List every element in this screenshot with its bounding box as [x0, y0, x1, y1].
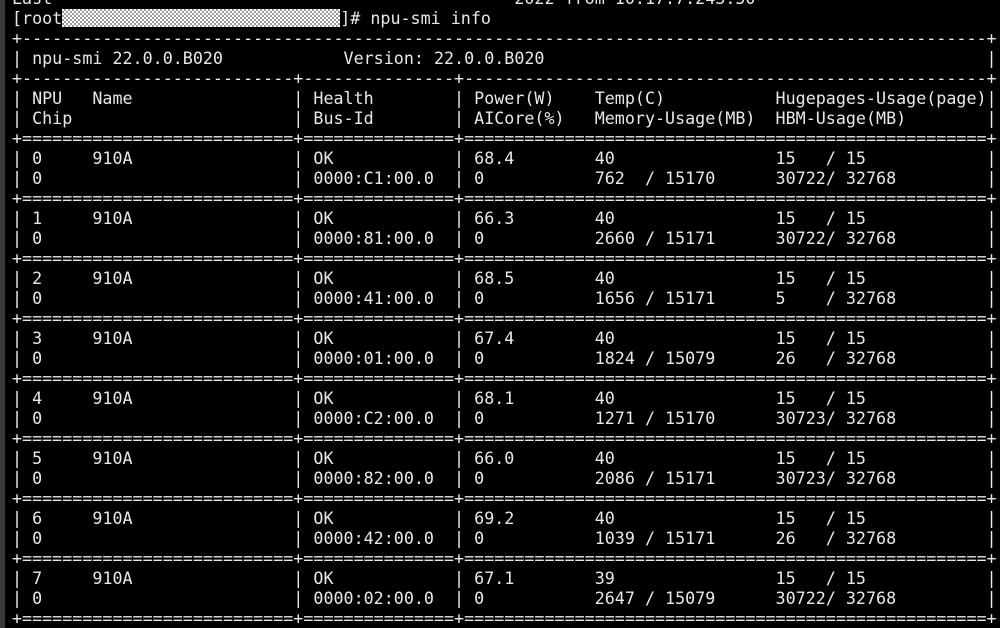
npu-row-7-line-1: | 7 910A | OK | 67.1 39 15 / 15 |: [12, 568, 997, 588]
npu-row-0-line-2: | 0 | 0000:C1:00.0 | 0 762 / 15170 30722…: [12, 168, 997, 188]
table-column-border: +---------------------------+-----------…: [12, 68, 997, 88]
row-separator: +===========================+===========…: [12, 488, 997, 508]
command-prompt-line[interactable]: [root ]# npu-smi info: [12, 8, 997, 28]
npu-row-4-line-1: | 4 910A | OK | 68.1 40 15 / 15 |: [12, 388, 997, 408]
window-left-edge: [0, 0, 5, 628]
npu-row-3-line-1: | 3 910A | OK | 67.4 40 15 / 15 |: [12, 328, 997, 348]
prompt-prefix: [root: [12, 8, 63, 28]
npu-row-1-line-1: | 1 910A | OK | 66.3 40 15 / 15 |: [12, 208, 997, 228]
table-border-top: +---------------------------------------…: [12, 28, 997, 48]
table-header-row-2: | Chip | Bus-Id | AICore(%) Memory-Usage…: [12, 108, 997, 128]
table-title: | npu-smi 22.0.0.B020 Version: 22.0.0.B0…: [12, 48, 997, 68]
row-separator: +===========================+===========…: [12, 248, 997, 268]
row-separator: +===========================+===========…: [12, 548, 997, 568]
terminal-window[interactable]: Last 2022 from 10.17.7.243.50[root ]# npu…: [0, 0, 1000, 628]
redacted-hostname: [62, 9, 341, 27]
npu-row-6-line-1: | 6 910A | OK | 69.2 40 15 / 15 |: [12, 508, 997, 528]
npu-row-7-line-2: | 0 | 0000:02:00.0 | 0 2647 / 15079 3072…: [12, 588, 997, 608]
npu-row-0-line-1: | 0 910A | OK | 68.4 40 15 / 15 |: [12, 148, 997, 168]
row-separator: +===========================+===========…: [12, 188, 997, 208]
npu-row-5-line-1: | 5 910A | OK | 66.0 40 15 / 15 |: [12, 448, 997, 468]
npu-row-3-line-2: | 0 | 0000:01:00.0 | 0 1824 / 15079 26 /…: [12, 348, 997, 368]
table-header-row-1: | NPU Name | Health | Power(W) Temp(C) H…: [12, 88, 997, 108]
npu-row-1-line-2: | 0 | 0000:81:00.0 | 0 2660 / 15171 3072…: [12, 228, 997, 248]
last-login-line: Last 2022 from 10.17.7.243.50: [12, 0, 997, 8]
terminal-output: Last 2022 from 10.17.7.243.50[root ]# npu…: [12, 0, 997, 628]
row-separator: +===========================+===========…: [12, 428, 997, 448]
table-header-separator: +===========================+===========…: [12, 128, 997, 148]
npu-row-5-line-2: | 0 | 0000:82:00.0 | 0 2086 / 15171 3072…: [12, 468, 997, 488]
prompt-suffix: ]#: [340, 8, 371, 28]
row-separator: +===========================+===========…: [12, 368, 997, 388]
npu-row-2-line-2: | 0 | 0000:41:00.0 | 0 1656 / 15171 5 / …: [12, 288, 997, 308]
command-text: npu-smi info: [370, 8, 491, 28]
npu-row-4-line-2: | 0 | 0000:C2:00.0 | 0 1271 / 15170 3072…: [12, 408, 997, 428]
npu-row-6-line-2: | 0 | 0000:42:00.0 | 0 1039 / 15171 26 /…: [12, 528, 997, 548]
npu-row-2-line-1: | 2 910A | OK | 68.5 40 15 / 15 |: [12, 268, 997, 288]
table-border-bottom: +===========================+===========…: [12, 608, 997, 628]
row-separator: +===========================+===========…: [12, 308, 997, 328]
